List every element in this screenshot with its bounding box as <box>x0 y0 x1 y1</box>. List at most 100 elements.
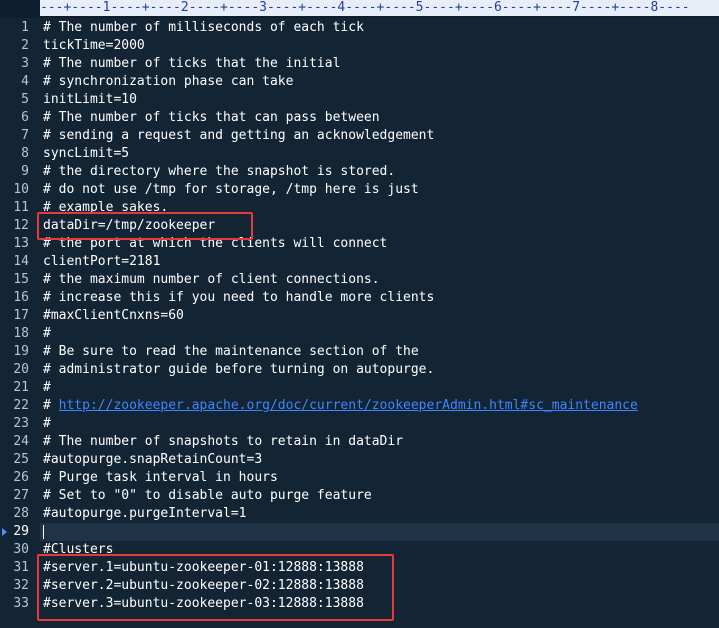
code-line[interactable]: #server.1=ubuntu-zookeeper-01:12888:1388… <box>40 559 719 577</box>
code-line[interactable]: # The number of milliseconds of each tic… <box>40 19 719 37</box>
ruler-strip: ---+----1----+----2----+----3----+----4-… <box>40 0 719 16</box>
code-line-text: # <box>43 379 51 397</box>
text-editor[interactable]: ---+----1----+----2----+----3----+----4-… <box>0 0 719 628</box>
code-line[interactable]: initLimit=10 <box>40 91 719 109</box>
code-line-text: # http://zookeeper.apache.org/doc/curren… <box>43 397 638 415</box>
code-text: # The number of milliseconds of each tic… <box>43 20 364 35</box>
code-line[interactable]: clientPort=2181 <box>40 253 719 271</box>
line-number: 10 <box>13 182 29 197</box>
line-number: 7 <box>21 128 29 143</box>
code-line[interactable]: # <box>40 379 719 397</box>
code-line[interactable]: # <box>40 325 719 343</box>
code-line[interactable]: # synchronization phase can take <box>40 73 719 91</box>
column-ruler: ---+----1----+----2----+----3----+----4-… <box>0 0 719 18</box>
code-line-text: dataDir=/tmp/zookeeper <box>43 217 215 235</box>
code-line[interactable]: # administrator guide before turning on … <box>40 361 719 379</box>
code-text: # <box>43 416 51 431</box>
code-text: # the directory where the snapshot is st… <box>43 164 396 179</box>
line-number: 28 <box>13 506 29 521</box>
code-line[interactable]: # Be sure to read the maintenance sectio… <box>40 343 719 361</box>
code-line[interactable]: # Set to "0" to disable auto purge featu… <box>40 487 719 505</box>
code-line[interactable]: # do not use /tmp for storage, /tmp here… <box>40 181 719 199</box>
line-number: 2 <box>21 38 29 53</box>
code-line[interactable]: #server.2=ubuntu-zookeeper-02:12888:1388… <box>40 577 719 595</box>
code-line[interactable]: # Purge task interval in hours <box>40 469 719 487</box>
line-number: 4 <box>21 74 29 89</box>
line-number: 11 <box>13 200 29 215</box>
code-line[interactable]: # sending a request and getting an ackno… <box>40 127 719 145</box>
code-line[interactable]: #autopurge.snapRetainCount=3 <box>40 451 719 469</box>
line-number: 32 <box>13 578 29 593</box>
line-number: 24 <box>13 434 29 449</box>
line-number: 26 <box>13 470 29 485</box>
code-line-text: # Purge task interval in hours <box>43 469 278 487</box>
code-line-text: # administrator guide before turning on … <box>43 361 434 379</box>
code-line-text: #maxClientCnxns=60 <box>43 307 184 325</box>
code-line-text: #autopurge.snapRetainCount=3 <box>43 451 262 469</box>
line-number: 13 <box>13 236 29 251</box>
code-text: # do not use /tmp for storage, /tmp here… <box>43 182 419 197</box>
code-line-text: # The number of milliseconds of each tic… <box>43 19 364 37</box>
line-number: 21 <box>13 380 29 395</box>
code-text: tickTime=2000 <box>43 38 145 53</box>
line-number: 18 <box>13 326 29 341</box>
code-line[interactable]: # The number of ticks that can pass betw… <box>40 109 719 127</box>
code-line[interactable]: #server.3=ubuntu-zookeeper-03:12888:1388… <box>40 595 719 613</box>
code-line[interactable]: dataDir=/tmp/zookeeper <box>40 217 719 235</box>
text-cursor <box>43 525 44 539</box>
line-number: 23 <box>13 416 29 431</box>
line-number: 6 <box>21 110 29 125</box>
code-line[interactable]: #autopurge.purgeInterval=1 <box>40 505 719 523</box>
line-number: 20 <box>13 362 29 377</box>
code-area[interactable]: # The number of milliseconds of each tic… <box>40 18 719 628</box>
line-number: 5 <box>21 92 29 107</box>
code-line[interactable]: # The number of ticks that the initial <box>40 55 719 73</box>
line-number: 9 <box>21 164 29 179</box>
code-line[interactable]: #maxClientCnxns=60 <box>40 307 719 325</box>
code-line-text: tickTime=2000 <box>43 37 145 55</box>
code-text: #server.1=ubuntu-zookeeper-01:12888:1388… <box>43 560 364 575</box>
code-text: #autopurge.snapRetainCount=3 <box>43 452 263 467</box>
code-line-text: # The number of snapshots to retain in d… <box>43 433 403 451</box>
code-line[interactable]: # <box>40 415 719 433</box>
line-number: 31 <box>13 560 29 575</box>
code-line[interactable]: # http://zookeeper.apache.org/doc/curren… <box>40 397 719 415</box>
code-text: #maxClientCnxns=60 <box>43 308 184 323</box>
code-line-text: # <box>43 415 51 433</box>
code-line[interactable] <box>40 523 719 541</box>
code-line[interactable]: #Clusters <box>40 541 719 559</box>
code-text: # synchronization phase can take <box>43 74 294 89</box>
code-line[interactable]: # The number of snapshots to retain in d… <box>40 433 719 451</box>
line-number: 3 <box>21 56 29 71</box>
code-text: # <box>43 398 59 413</box>
code-text: # example sakes. <box>43 200 169 215</box>
code-text: # the maximum number of client connectio… <box>43 272 380 287</box>
code-line[interactable]: # increase this if you need to handle mo… <box>40 289 719 307</box>
line-number: 12 <box>13 218 29 233</box>
code-text: # Be sure to read the maintenance sectio… <box>43 344 419 359</box>
code-line-text: # the maximum number of client connectio… <box>43 271 380 289</box>
code-line[interactable]: # the maximum number of client connectio… <box>40 271 719 289</box>
code-text: # The number of ticks that can pass betw… <box>43 110 380 125</box>
code-text: # Purge task interval in hours <box>43 470 278 485</box>
line-number: 22 <box>13 398 29 413</box>
code-line[interactable]: # the directory where the snapshot is st… <box>40 163 719 181</box>
code-line-text: initLimit=10 <box>43 91 137 109</box>
code-line-text: # sending a request and getting an ackno… <box>43 127 434 145</box>
line-number: 17 <box>13 308 29 323</box>
hyperlink[interactable]: http://zookeeper.apache.org/doc/current/… <box>59 398 638 413</box>
code-line-text: #server.2=ubuntu-zookeeper-02:12888:1388… <box>43 577 364 595</box>
code-line[interactable]: syncLimit=5 <box>40 145 719 163</box>
line-number: 27 <box>13 488 29 503</box>
code-text: #Clusters <box>43 542 114 557</box>
line-number: 25 <box>13 452 29 467</box>
line-number: 33 <box>13 596 29 611</box>
code-text: syncLimit=5 <box>43 146 130 161</box>
code-line[interactable]: # example sakes. <box>40 199 719 217</box>
code-text: #autopurge.purgeInterval=1 <box>43 506 247 521</box>
code-line-text: # <box>43 325 51 343</box>
code-line[interactable]: tickTime=2000 <box>40 37 719 55</box>
code-text: # <box>43 380 51 395</box>
code-line[interactable]: # the port at which the clients will con… <box>40 235 719 253</box>
line-number-gutter: 1 2 3 4 5 6 7 8 9 10 11 12 13 14 15 16 17 18 19 20 21 22 23 24 2… <box>0 18 40 628</box>
